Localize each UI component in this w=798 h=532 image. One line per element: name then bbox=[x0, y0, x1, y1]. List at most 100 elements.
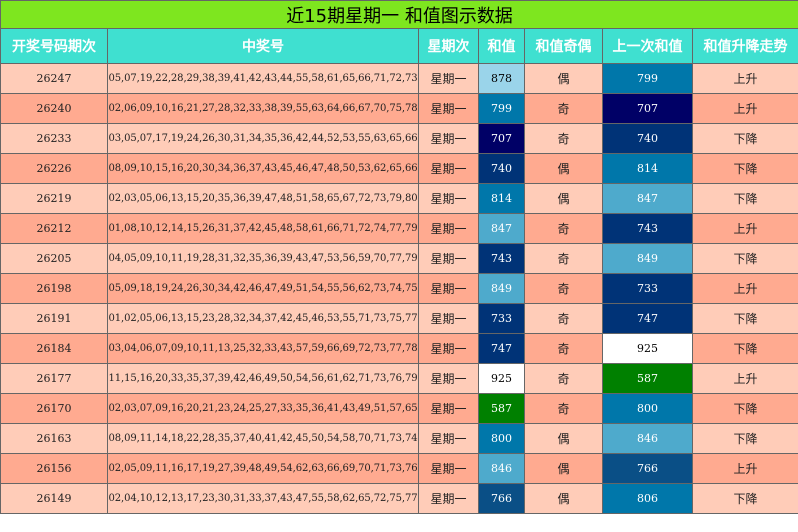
period-cell: 26247 bbox=[0, 63, 108, 94]
weekday-cell: 星期一 bbox=[418, 333, 479, 364]
weekday-cell: 星期一 bbox=[418, 93, 479, 124]
table-row: 26149 02,04,10,12,13,17,23,30,31,33,37,43… bbox=[0, 483, 798, 514]
period-cell: 26149 bbox=[0, 483, 108, 514]
parity-cell: 偶 bbox=[524, 183, 603, 214]
trend-cell: 下降 bbox=[691, 303, 798, 334]
trend-cell: 下降 bbox=[691, 483, 798, 514]
sum-cell: 743 bbox=[478, 243, 525, 274]
table-row: 26205 04,05,09,10,11,19,28,31,32,35,36,39… bbox=[0, 243, 798, 274]
numbers-cell: 11,15,16,20,33,35,37,39,42,46,49,50,54,5… bbox=[107, 363, 419, 394]
numbers-cell: 03,04,06,07,09,10,11,13,25,32,33,43,57,5… bbox=[107, 333, 419, 364]
column-header-parity: 和值奇偶 bbox=[524, 28, 603, 64]
sum-cell: 740 bbox=[478, 153, 525, 184]
numbers-cell: 04,05,09,10,11,19,28,31,32,35,36,39,43,4… bbox=[107, 243, 419, 274]
table-row: 26163 08,09,11,14,18,22,28,35,37,40,41,42… bbox=[0, 423, 798, 454]
prev-sum-cell: 733 bbox=[602, 273, 693, 304]
table-row: 26212 01,08,10,12,14,15,26,31,37,42,45,48… bbox=[0, 213, 798, 244]
period-cell: 26177 bbox=[0, 363, 108, 394]
table-row: 26219 02,03,05,06,13,15,20,35,36,39,47,48… bbox=[0, 183, 798, 214]
period-cell: 26156 bbox=[0, 453, 108, 484]
period-cell: 26163 bbox=[0, 423, 108, 454]
column-header-period: 开奖号码期次 bbox=[0, 28, 108, 64]
parity-cell: 偶 bbox=[524, 453, 603, 484]
trend-cell: 下降 bbox=[691, 393, 798, 424]
trend-cell: 下降 bbox=[691, 183, 798, 214]
period-cell: 26198 bbox=[0, 273, 108, 304]
period-cell: 26205 bbox=[0, 243, 108, 274]
numbers-cell: 05,07,19,22,28,29,38,39,41,42,43,44,55,5… bbox=[107, 63, 419, 94]
prev-sum-cell: 846 bbox=[602, 423, 693, 454]
sum-cell: 587 bbox=[478, 393, 525, 424]
weekday-cell: 星期一 bbox=[418, 483, 479, 514]
period-cell: 26191 bbox=[0, 303, 108, 334]
sum-cell: 814 bbox=[478, 183, 525, 214]
table-row: 26233 03,05,07,17,19,24,26,30,31,34,35,36… bbox=[0, 123, 798, 154]
trend-cell: 上升 bbox=[691, 363, 798, 394]
lottery-table: 近15期星期一 和值图示数据 开奖号码期次 中奖号 星期次 和值 和值奇偶 上一… bbox=[0, 0, 798, 514]
parity-cell: 奇 bbox=[524, 243, 603, 274]
prev-sum-cell: 766 bbox=[602, 453, 693, 484]
column-header-trend: 和值升降走势 bbox=[691, 28, 798, 64]
numbers-cell: 02,04,10,12,13,17,23,30,31,33,37,43,47,5… bbox=[107, 483, 419, 514]
trend-cell: 下降 bbox=[691, 333, 798, 364]
parity-cell: 奇 bbox=[524, 93, 603, 124]
sum-cell: 707 bbox=[478, 123, 525, 154]
prev-sum-cell: 800 bbox=[602, 393, 693, 424]
trend-cell: 上升 bbox=[691, 273, 798, 304]
sum-cell: 799 bbox=[478, 93, 525, 124]
column-header-sum: 和值 bbox=[478, 28, 525, 64]
parity-cell: 偶 bbox=[524, 483, 603, 514]
sum-cell: 747 bbox=[478, 333, 525, 364]
table-row: 26247 05,07,19,22,28,29,38,39,41,42,43,44… bbox=[0, 63, 798, 94]
column-header-numbers: 中奖号 bbox=[107, 28, 419, 64]
weekday-cell: 星期一 bbox=[418, 303, 479, 334]
period-cell: 26219 bbox=[0, 183, 108, 214]
weekday-cell: 星期一 bbox=[418, 273, 479, 304]
period-cell: 26233 bbox=[0, 123, 108, 154]
numbers-cell: 03,05,07,17,19,24,26,30,31,34,35,36,42,4… bbox=[107, 123, 419, 154]
prev-sum-cell: 587 bbox=[602, 363, 693, 394]
table-row: 26191 01,02,05,06,13,15,23,28,32,34,37,42… bbox=[0, 303, 798, 334]
weekday-cell: 星期一 bbox=[418, 123, 479, 154]
weekday-cell: 星期一 bbox=[418, 63, 479, 94]
parity-cell: 奇 bbox=[524, 213, 603, 244]
numbers-cell: 02,05,09,11,16,17,19,27,39,48,49,54,62,6… bbox=[107, 453, 419, 484]
trend-cell: 下降 bbox=[691, 243, 798, 274]
sum-cell: 878 bbox=[478, 63, 525, 94]
title-row: 近15期星期一 和值图示数据 bbox=[0, 0, 798, 29]
weekday-cell: 星期一 bbox=[418, 153, 479, 184]
column-header-prev-sum: 上一次和值 bbox=[602, 28, 693, 64]
sum-cell: 925 bbox=[478, 363, 525, 394]
trend-cell: 下降 bbox=[691, 123, 798, 154]
trend-cell: 上升 bbox=[691, 213, 798, 244]
weekday-cell: 星期一 bbox=[418, 243, 479, 274]
prev-sum-cell: 806 bbox=[602, 483, 693, 514]
period-cell: 26212 bbox=[0, 213, 108, 244]
prev-sum-cell: 707 bbox=[602, 93, 693, 124]
numbers-cell: 01,02,05,06,13,15,23,28,32,34,37,42,45,4… bbox=[107, 303, 419, 334]
prev-sum-cell: 747 bbox=[602, 303, 693, 334]
period-cell: 26170 bbox=[0, 393, 108, 424]
weekday-cell: 星期一 bbox=[418, 453, 479, 484]
parity-cell: 奇 bbox=[524, 393, 603, 424]
weekday-cell: 星期一 bbox=[418, 183, 479, 214]
numbers-cell: 08,09,10,15,16,20,30,34,36,37,43,45,46,4… bbox=[107, 153, 419, 184]
column-header-weekday: 星期次 bbox=[418, 28, 479, 64]
weekday-cell: 星期一 bbox=[418, 423, 479, 454]
numbers-cell: 01,08,10,12,14,15,26,31,37,42,45,48,58,6… bbox=[107, 213, 419, 244]
trend-cell: 上升 bbox=[691, 453, 798, 484]
prev-sum-cell: 814 bbox=[602, 153, 693, 184]
trend-cell: 上升 bbox=[691, 93, 798, 124]
numbers-cell: 05,09,18,19,24,26,30,34,42,46,47,49,51,5… bbox=[107, 273, 419, 304]
parity-cell: 奇 bbox=[524, 303, 603, 334]
parity-cell: 偶 bbox=[524, 423, 603, 454]
parity-cell: 奇 bbox=[524, 273, 603, 304]
prev-sum-cell: 799 bbox=[602, 63, 693, 94]
prev-sum-cell: 847 bbox=[602, 183, 693, 214]
weekday-cell: 星期一 bbox=[418, 213, 479, 244]
numbers-cell: 08,09,11,14,18,22,28,35,37,40,41,42,45,5… bbox=[107, 423, 419, 454]
prev-sum-cell: 925 bbox=[602, 333, 693, 364]
sum-cell: 766 bbox=[478, 483, 525, 514]
prev-sum-cell: 743 bbox=[602, 213, 693, 244]
prev-sum-cell: 849 bbox=[602, 243, 693, 274]
